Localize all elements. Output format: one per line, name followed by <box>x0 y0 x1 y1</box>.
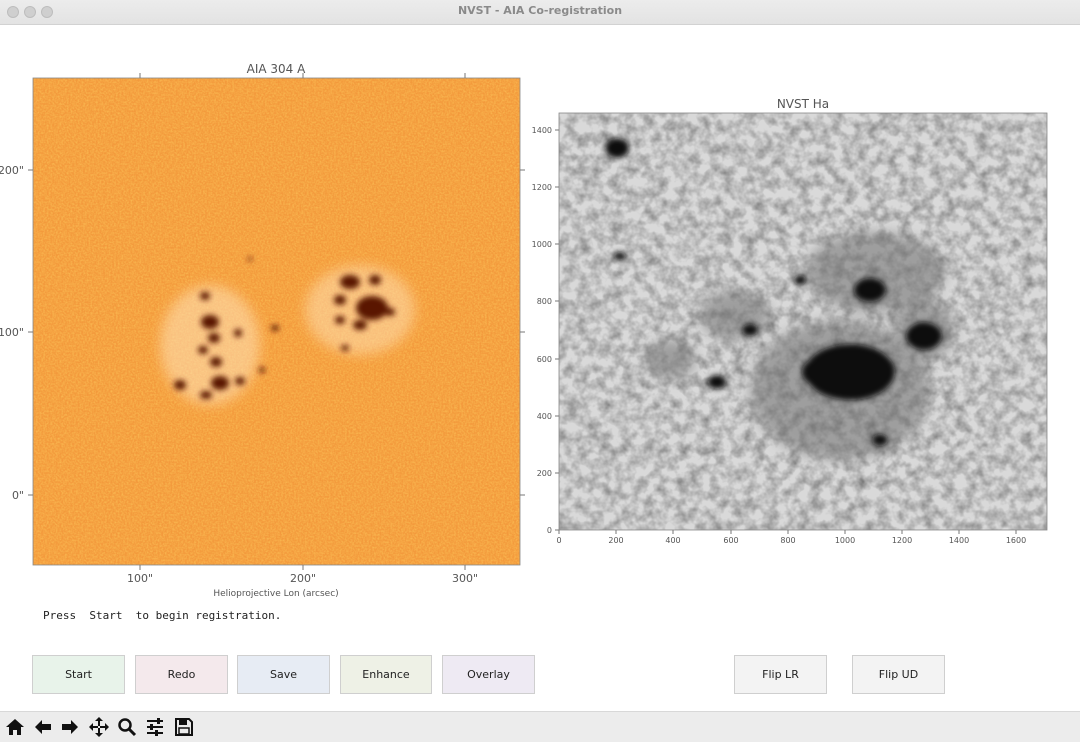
save-button-label: Save <box>269 668 297 681</box>
flip-lr-button-label: Flip LR <box>762 668 799 681</box>
flip-lr-button[interactable]: Flip LR <box>734 655 827 694</box>
nvst-image[interactable] <box>559 113 1047 530</box>
save-button[interactable]: Save <box>237 655 330 694</box>
right-xtick-label: 600 <box>723 536 738 545</box>
right-ytick-label: 1400 <box>532 126 552 135</box>
left-ytick-label: 200" <box>0 164 24 177</box>
left-xtick-label: 100" <box>127 572 153 585</box>
redo-button-label: Redo <box>167 668 196 681</box>
left-xaxis-label: Helioprojective Lon (arcsec) <box>213 589 338 599</box>
save-icon[interactable] <box>172 715 196 739</box>
right-ytick-label: 0 <box>547 526 552 535</box>
right-xtick-label: 1400 <box>949 536 969 545</box>
left-xtick-label: 300" <box>452 572 478 585</box>
start-button-label: Start <box>65 668 92 681</box>
enhance-button[interactable]: Enhance <box>340 655 432 694</box>
pan-icon[interactable] <box>87 715 111 739</box>
right-xtick-label: 1000 <box>835 536 855 545</box>
right-xtick-label: 800 <box>780 536 795 545</box>
left-plot-title: AIA 304 A <box>247 62 306 76</box>
back-arrow-icon[interactable] <box>31 715 55 739</box>
enhance-button-label: Enhance <box>362 668 410 681</box>
flip-ud-button[interactable]: Flip UD <box>852 655 945 694</box>
zoom-icon[interactable] <box>115 715 139 739</box>
home-icon[interactable] <box>3 715 27 739</box>
start-button[interactable]: Start <box>32 655 125 694</box>
flip-ud-button-label: Flip UD <box>878 668 919 681</box>
forward-arrow-icon[interactable] <box>58 715 82 739</box>
status-message: Press Start to begin registration. <box>43 609 282 622</box>
right-xtick-label: 1200 <box>892 536 912 545</box>
right-ytick-label: 400 <box>537 412 552 421</box>
right-xtick-label: 0 <box>556 536 561 545</box>
left-xtick-label: 200" <box>290 572 316 585</box>
right-ytick-label: 1200 <box>532 183 552 192</box>
right-ytick-label: 1000 <box>532 240 552 249</box>
overlay-button[interactable]: Overlay <box>442 655 535 694</box>
figure-canvas: AIA 304 A 100" 200" 300" 200" 100" 0" He… <box>0 62 1048 599</box>
navigation-toolbar <box>0 711 1080 742</box>
overlay-button-label: Overlay <box>467 668 510 681</box>
redo-button[interactable]: Redo <box>135 655 228 694</box>
left-ytick-label: 0" <box>12 489 24 502</box>
aia-image[interactable] <box>33 78 520 565</box>
right-plot-title: NVST Ha <box>777 97 829 111</box>
right-ytick-label: 200 <box>537 469 552 478</box>
right-xtick-label: 400 <box>665 536 680 545</box>
configure-icon[interactable] <box>143 715 167 739</box>
right-ytick-label: 800 <box>537 297 552 306</box>
left-ytick-label: 100" <box>0 326 24 339</box>
right-ytick-label: 600 <box>537 355 552 364</box>
right-xtick-label: 200 <box>608 536 623 545</box>
right-xtick-label: 1600 <box>1006 536 1026 545</box>
